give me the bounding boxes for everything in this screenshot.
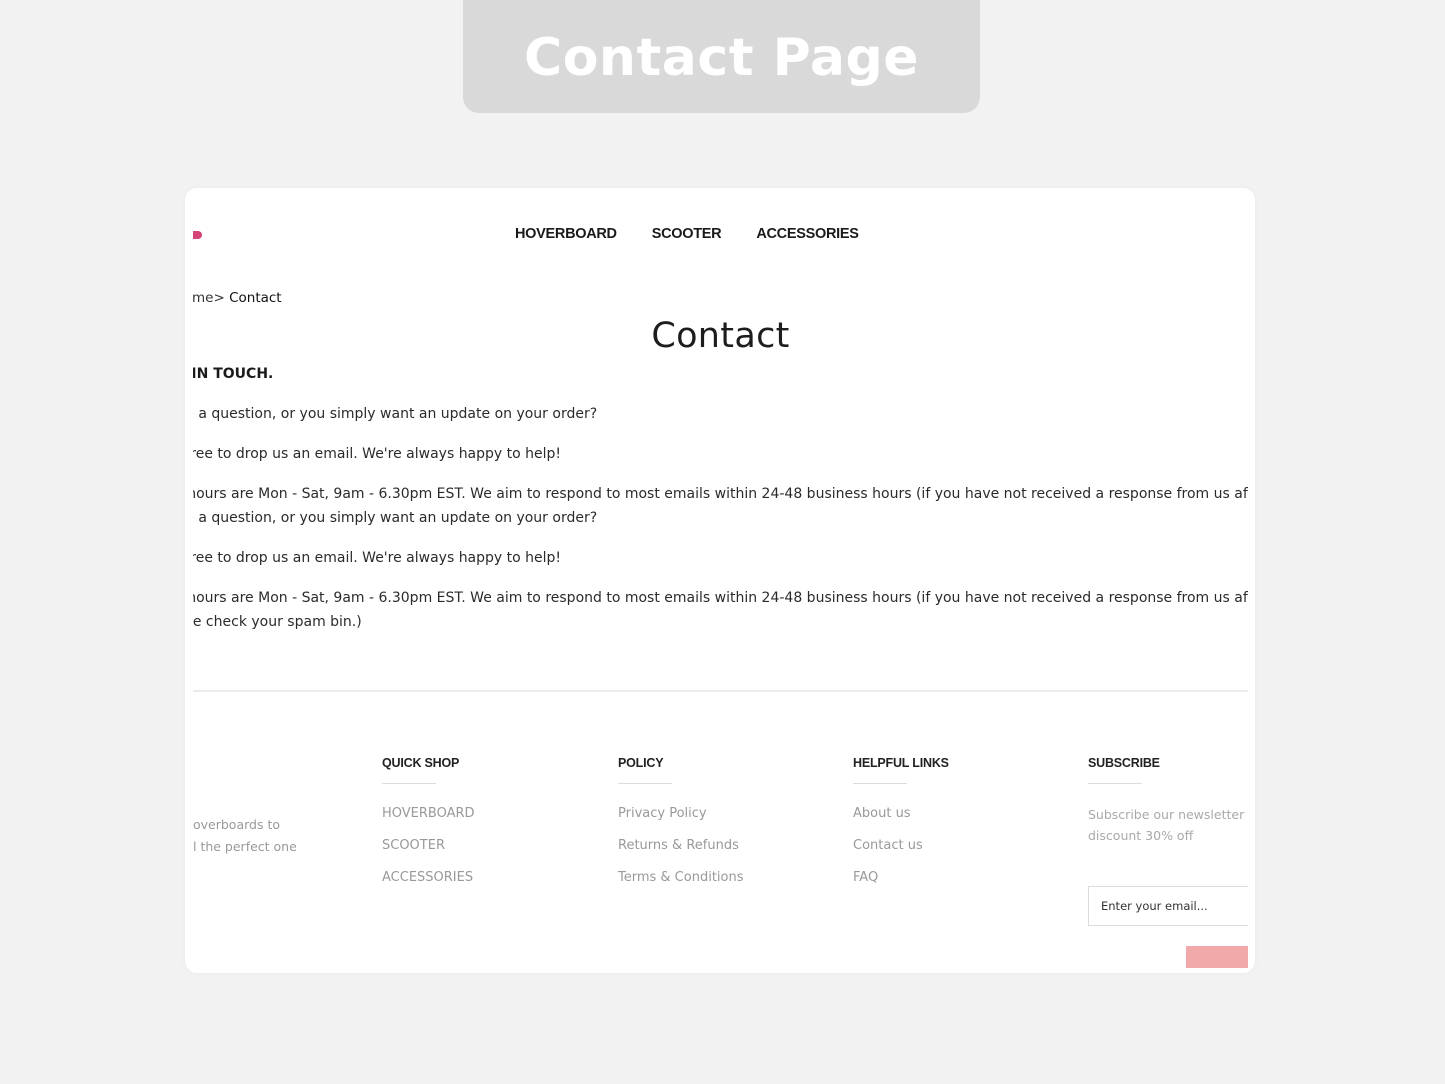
title-underline xyxy=(382,783,436,784)
footer-link-contact-us[interactable]: Contact us xyxy=(853,838,949,853)
footer-link-terms-conditions[interactable]: Terms & Conditions xyxy=(618,870,744,885)
breadcrumb: me> Contact xyxy=(193,290,282,306)
footer-link-hoverboard[interactable]: HOVERBOARD xyxy=(382,806,475,821)
website-viewport: HOVERBOARD SCOOTER ACCESSORIES me> Conta… xyxy=(193,188,1248,968)
brand-logo-icon[interactable] xyxy=(193,231,202,239)
content-paragraph: ve a question, or you simply want an upd… xyxy=(193,406,598,422)
content-paragraph: ase check your spam bin.) xyxy=(193,614,362,630)
title-underline xyxy=(853,783,907,784)
footer-divider xyxy=(193,690,1248,692)
footer-about-line: l the perfect one xyxy=(193,839,297,854)
page-title: Contact xyxy=(651,316,790,356)
footer-about-text: overboards to l the perfect one xyxy=(193,814,297,858)
subscribe-text-line: discount 30% off xyxy=(1088,828,1194,843)
content-paragraph: r hours are Mon - Sat, 9am - 6.30pm EST.… xyxy=(193,590,1248,606)
footer-link-accessories[interactable]: ACCESSORIES xyxy=(382,870,475,885)
footer-link-scooter[interactable]: SCOOTER xyxy=(382,838,475,853)
signup-button[interactable]: SIG xyxy=(1186,946,1248,968)
nav-hoverboard[interactable]: HOVERBOARD xyxy=(515,226,617,242)
footer-quick-shop: QUICK SHOP HOVERBOARD SCOOTER ACCESSORIE… xyxy=(382,756,475,902)
content-paragraph: r hours are Mon - Sat, 9am - 6.30pm EST.… xyxy=(193,486,1248,502)
newsletter-email-input[interactable] xyxy=(1088,886,1248,926)
footer-link-privacy-policy[interactable]: Privacy Policy xyxy=(618,806,744,821)
banner-title: Contact Page xyxy=(524,27,919,88)
content-paragraph: l free to drop us an email. We're always… xyxy=(193,550,562,566)
get-in-touch-heading: T IN TOUCH. xyxy=(193,366,274,382)
quick-shop-title: QUICK SHOP xyxy=(382,756,460,770)
footer-subscribe: SUBSCRIBE Subscribe our newsletter an di… xyxy=(1088,756,1248,846)
screenshot-card: HOVERBOARD SCOOTER ACCESSORIES me> Conta… xyxy=(185,188,1255,973)
content-paragraph: ve a question, or you simply want an upd… xyxy=(193,510,598,526)
footer-helpful-links: HELPFUL LINKS About us Contact us FAQ xyxy=(853,756,949,902)
footer-policy: POLICY Privacy Policy Returns & Refunds … xyxy=(618,756,744,902)
helpful-links-title: HELPFUL LINKS xyxy=(853,756,949,770)
policy-title: POLICY xyxy=(618,756,664,770)
page-banner: Contact Page xyxy=(463,0,980,113)
subscribe-text-line: Subscribe our newsletter an xyxy=(1088,807,1248,822)
subscribe-title: SUBSCRIBE xyxy=(1088,756,1160,770)
main-nav: HOVERBOARD SCOOTER ACCESSORIES xyxy=(515,226,859,242)
subscribe-description: Subscribe our newsletter an discount 30%… xyxy=(1088,804,1248,846)
nav-scooter[interactable]: SCOOTER xyxy=(652,226,722,242)
title-underline xyxy=(618,783,672,784)
footer-link-faq[interactable]: FAQ xyxy=(853,870,949,885)
nav-accessories[interactable]: ACCESSORIES xyxy=(756,226,859,242)
breadcrumb-home-link[interactable]: me> xyxy=(193,290,225,306)
content-paragraph: l free to drop us an email. We're always… xyxy=(193,446,562,462)
breadcrumb-current: Contact xyxy=(229,290,282,306)
contact-content: T IN TOUCH. ve a question, or you simply… xyxy=(193,366,1248,650)
footer-link-about-us[interactable]: About us xyxy=(853,806,949,821)
footer-about-line: overboards to xyxy=(193,817,281,832)
title-underline xyxy=(1088,783,1142,784)
footer-link-returns-refunds[interactable]: Returns & Refunds xyxy=(618,838,744,853)
